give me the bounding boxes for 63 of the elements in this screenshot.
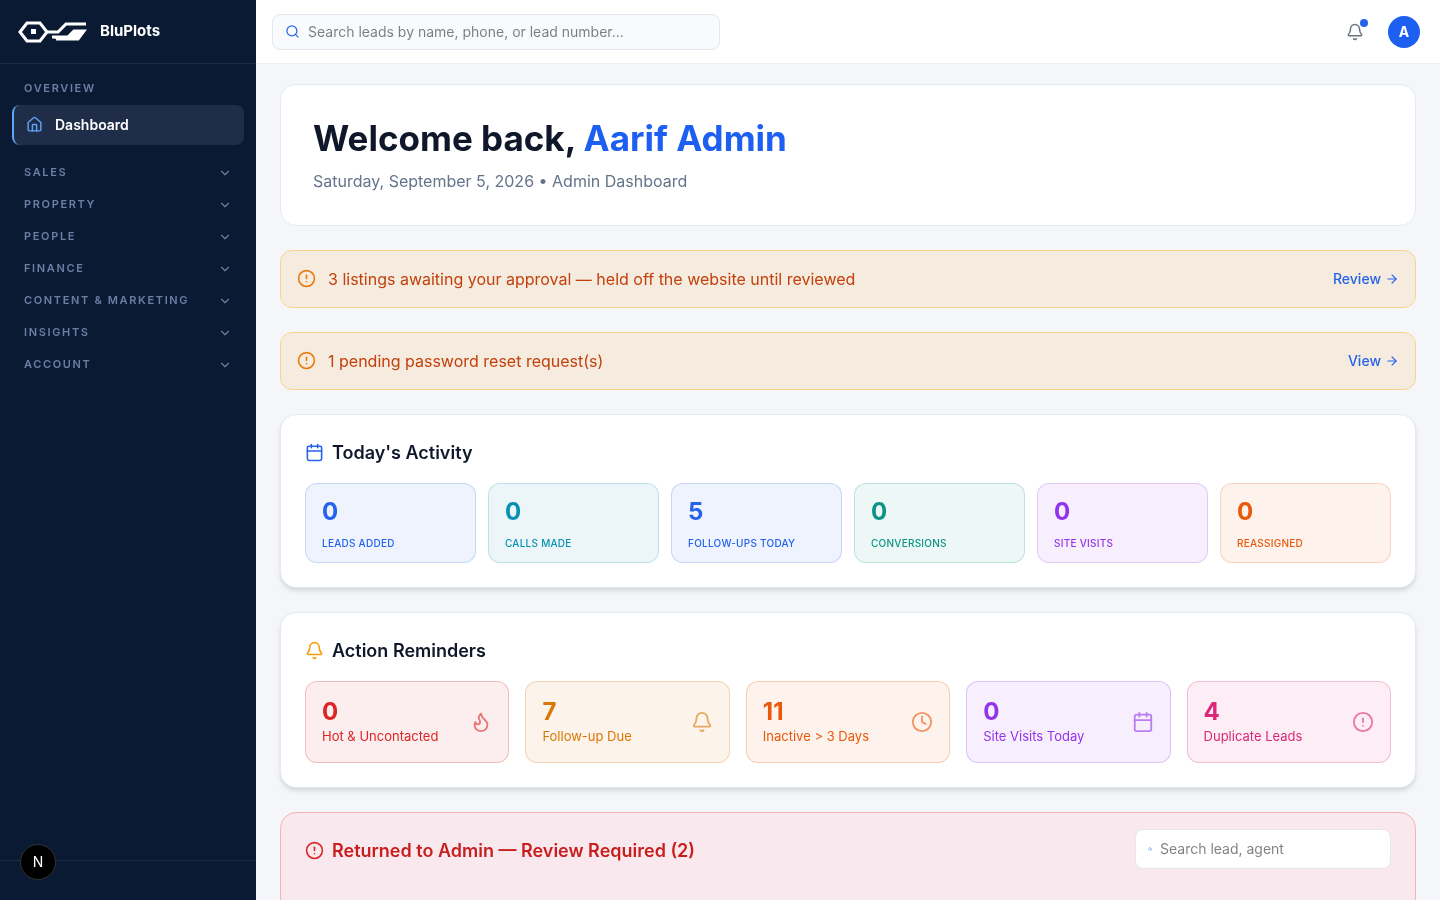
stat-value: 5 xyxy=(688,499,705,524)
alert-icon xyxy=(297,351,316,371)
reminder-value: 0 xyxy=(322,697,340,727)
section-title: Today's Activity xyxy=(332,440,473,465)
alert-message: 1 pending password reset request(s) xyxy=(328,349,604,373)
stat-label: CONVERSIONS xyxy=(871,535,948,551)
alert-link[interactable]: Review xyxy=(1333,268,1399,289)
welcome-title: Welcome back, Aarif Admin xyxy=(313,117,788,161)
avatar-button[interactable]: A xyxy=(1388,15,1420,48)
section-title: Action Reminders xyxy=(332,638,486,663)
stat-label: CALLS MADE xyxy=(505,535,573,551)
bell-icon xyxy=(690,710,713,733)
clock-icon xyxy=(911,710,934,733)
sidebar-group[interactable]: ACCOUNT xyxy=(12,348,244,381)
sidebar-group[interactable]: SALES xyxy=(12,156,244,189)
sidebar-group[interactable]: PEOPLE xyxy=(12,220,244,253)
brand-name: BluPlots xyxy=(100,20,161,43)
search-box[interactable]: Search leads by name, phone, or lead number... xyxy=(272,13,720,50)
stat-value: 0 xyxy=(871,499,889,524)
stat-value: 0 xyxy=(1237,499,1255,524)
reminder-tile[interactable]: 11 Inactive > 3 Days xyxy=(745,680,951,763)
reminder-label: Follow-up Due xyxy=(542,727,632,746)
reminder-value: 11 xyxy=(762,697,785,727)
search-icon xyxy=(285,24,300,39)
reminder-tile[interactable]: 4 Duplicate Leads xyxy=(1186,680,1391,763)
reminder-value: 7 xyxy=(542,697,558,727)
welcome-subtitle: Saturday, September 5, 2026 • Admin Dashboard xyxy=(313,169,689,193)
reminder-value: 4 xyxy=(1203,697,1221,727)
search-box[interactable]: Search lead, agent xyxy=(1135,828,1391,869)
reminder-tile[interactable]: 7 Follow-up Due xyxy=(525,680,730,763)
bell-icon xyxy=(305,641,324,661)
reminder-label: Hot & Uncontacted xyxy=(322,727,439,746)
reminder-tile[interactable]: 0 Hot & Uncontacted xyxy=(305,680,510,763)
calendar-icon xyxy=(1131,710,1154,733)
alert-message: 3 listings awaiting your approval — held off the website until reviewed xyxy=(328,267,856,291)
stat-label: LEADS ADDED xyxy=(322,535,396,551)
stat-value: 0 xyxy=(1054,499,1072,524)
alert-icon xyxy=(1352,710,1374,733)
alert-icon xyxy=(305,841,324,861)
section-label: OVERVIEW xyxy=(23,80,97,97)
sidebar-group[interactable]: PROPERTY xyxy=(12,188,244,221)
stat-value: 0 xyxy=(505,499,523,524)
sidebar-item[interactable]: Dashboard xyxy=(12,104,244,145)
search-input[interactable]: Search lead, agent xyxy=(1160,838,1378,859)
alert-link[interactable]: View xyxy=(1347,350,1399,371)
reminder-tile[interactable]: 0 Site Visits Today xyxy=(966,680,1171,763)
stat-value: 0 xyxy=(322,499,340,524)
home-icon xyxy=(26,116,43,133)
alert-icon xyxy=(297,269,316,289)
stat-label: SITE VISITS xyxy=(1054,535,1115,551)
reminder-label: Site Visits Today xyxy=(983,727,1085,746)
reminder-label: Inactive > 3 Days xyxy=(762,727,869,746)
stat-label: FOLLOW-UPS TODAY xyxy=(688,535,797,551)
dev-tools-button[interactable]: N xyxy=(20,844,56,880)
reminder-label: Duplicate Leads xyxy=(1203,727,1303,746)
calendar-icon xyxy=(305,443,324,463)
sidebar-group[interactable]: INSIGHTS xyxy=(12,316,244,349)
sidebar-group[interactable]: CONTENT & MARKETING xyxy=(12,284,244,317)
section-title: Returned to Admin — Review Required (2) xyxy=(332,838,696,863)
sidebar-group[interactable]: FINANCE xyxy=(12,252,244,285)
stat-label: REASSIGNED xyxy=(1237,535,1304,551)
reminder-value: 0 xyxy=(983,697,1001,727)
search-input[interactable]: Search leads by name, phone, or lead number... xyxy=(308,21,707,42)
